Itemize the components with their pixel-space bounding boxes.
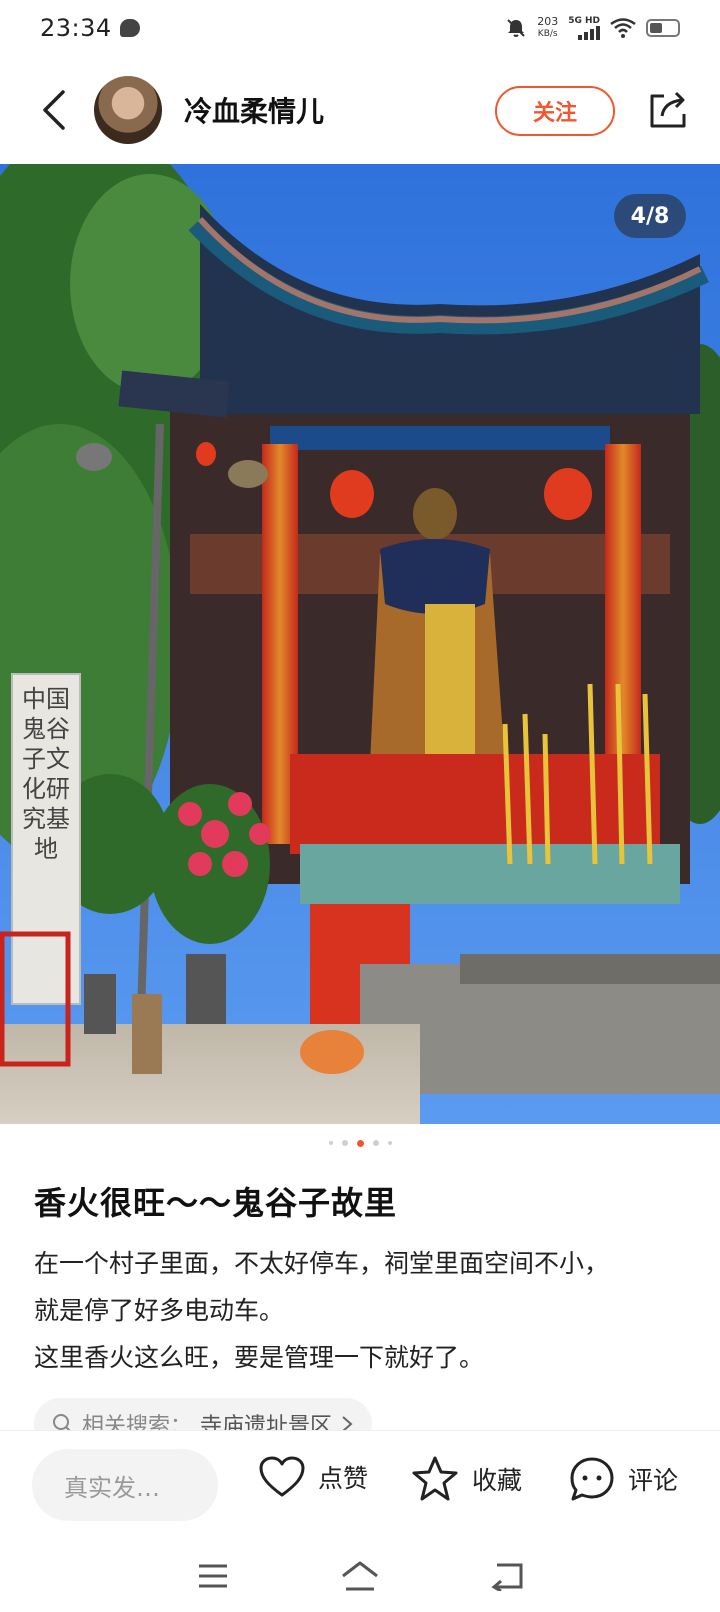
carousel-dots bbox=[0, 1139, 720, 1147]
carousel-dot[interactable] bbox=[387, 1141, 392, 1145]
share-icon bbox=[650, 91, 686, 128]
image-counter: 4/8 bbox=[614, 194, 686, 238]
menu-icon bbox=[199, 1564, 228, 1588]
status-time: 23:34 bbox=[40, 14, 112, 42]
like-label: 点赞 bbox=[318, 1464, 369, 1493]
home-icon bbox=[342, 1561, 378, 1591]
chevron-left-icon bbox=[43, 90, 65, 130]
carousel-dot[interactable] bbox=[341, 1140, 348, 1146]
network-type: 5G HD bbox=[568, 16, 600, 26]
carousel-dot[interactable] bbox=[328, 1141, 333, 1145]
battery-icon bbox=[646, 19, 680, 37]
cell-signal: 5G HD bbox=[568, 16, 600, 40]
system-nav-bar bbox=[0, 1540, 720, 1612]
post-body-line: 就是停了好多电动车。 bbox=[34, 1296, 285, 1325]
temple-photo-illustration bbox=[0, 164, 720, 1124]
network-speed: 203 KB/s bbox=[537, 16, 558, 40]
message-icon bbox=[119, 19, 140, 37]
wifi-icon bbox=[610, 18, 636, 38]
comment-button[interactable]: 评论 bbox=[568, 1455, 678, 1503]
back-icon bbox=[491, 1563, 523, 1591]
carousel-dot[interactable] bbox=[372, 1140, 379, 1146]
comment-bubble-icon bbox=[570, 1457, 614, 1501]
status-icons: 203 KB/s 5G HD bbox=[505, 16, 680, 40]
post-header: 冷血柔情儿 关注 bbox=[0, 56, 720, 164]
post-body-line: 在一个村子里面，不太好停车，祠堂里面空间不小， bbox=[34, 1249, 610, 1278]
collect-label: 收藏 bbox=[472, 1466, 523, 1495]
carousel-dot-active[interactable] bbox=[356, 1139, 364, 1147]
avatar[interactable] bbox=[94, 76, 162, 144]
network-speed-unit: KB/s bbox=[537, 29, 558, 39]
signal-bars-icon bbox=[578, 26, 600, 40]
follow-button[interactable]: 关注 bbox=[495, 86, 615, 136]
menu-nav-button[interactable] bbox=[183, 1551, 243, 1601]
post-body-line: 这里香火这么旺，要是管理一下就好了。 bbox=[34, 1343, 485, 1372]
status-bar: 23:34 203 KB/s 5G HD bbox=[0, 0, 720, 56]
user-name[interactable]: 冷血柔情儿 bbox=[184, 90, 324, 130]
post-body: 在一个村子里面，不太好停车，祠堂里面空间不小， 就是停了好多电动车。 这里香火这… bbox=[34, 1240, 694, 1381]
back-nav-button[interactable] bbox=[477, 1551, 537, 1601]
network-speed-value: 203 bbox=[537, 15, 559, 28]
stone-tablet-text: 中国鬼谷子文化研究基地 bbox=[22, 685, 70, 863]
home-nav-button[interactable] bbox=[330, 1551, 390, 1601]
mute-icon bbox=[507, 19, 525, 37]
collect-button[interactable]: 收藏 bbox=[410, 1455, 522, 1503]
post-title: 香火很旺～～鬼谷子故里 bbox=[34, 1184, 398, 1222]
post-photo[interactable]: 中国鬼谷子文化研究基地 4/8 bbox=[0, 164, 720, 1124]
heart-icon bbox=[259, 1456, 305, 1497]
back-button[interactable] bbox=[24, 80, 84, 140]
comment-label: 评论 bbox=[628, 1466, 679, 1495]
share-button[interactable] bbox=[644, 86, 692, 134]
star-icon bbox=[412, 1456, 458, 1501]
bottom-action-bar: 真实发… 点赞 收藏 评论 bbox=[0, 1430, 720, 1540]
comment-input[interactable]: 真实发… bbox=[32, 1449, 218, 1521]
battery-level bbox=[650, 23, 662, 33]
like-button[interactable]: 点赞 bbox=[258, 1455, 368, 1499]
